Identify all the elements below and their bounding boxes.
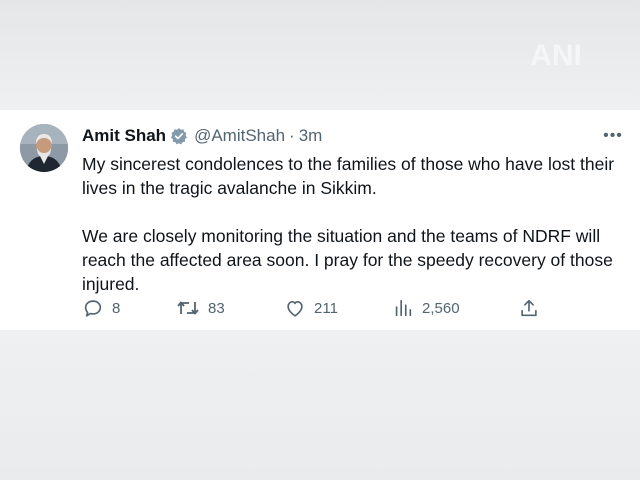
more-options-button[interactable]: •••	[600, 124, 626, 148]
tweet-actions-bar: 8 83 211 2,560	[82, 296, 552, 320]
news-watermark: ANI	[530, 39, 582, 72]
author-name[interactable]: Amit Shah	[82, 126, 166, 146]
views-button[interactable]: 2,560	[392, 296, 460, 320]
tweet-text: My sincerest condolences to the families…	[82, 152, 630, 296]
retweet-count: 83	[208, 299, 225, 317]
views-count: 2,560	[422, 299, 460, 317]
retweet-icon	[176, 297, 200, 319]
reply-icon	[82, 297, 104, 319]
avatar-image	[20, 124, 68, 172]
heart-icon	[284, 297, 306, 319]
separator-dot: ·	[289, 126, 295, 145]
views-chart-icon	[392, 297, 414, 319]
reply-count: 8	[112, 299, 121, 317]
reply-button[interactable]: 8	[82, 296, 120, 320]
share-icon	[518, 297, 540, 319]
tweet-timestamp[interactable]: 3m	[299, 126, 323, 146]
author-handle[interactable]: @AmitShah	[194, 126, 285, 146]
tweet-header: Amit Shah @AmitShah · 3m	[82, 124, 322, 148]
retweet-button[interactable]: 83	[176, 296, 225, 320]
tweet-paragraph-1: My sincerest condolences to the families…	[82, 154, 615, 198]
avatar[interactable]	[20, 124, 68, 172]
tweet-paragraph-2: We are closely monitoring the situation …	[82, 226, 613, 294]
tweet-card[interactable]: Amit Shah @AmitShah · 3m ••• My sinceres…	[0, 110, 640, 330]
background-bottom	[0, 330, 640, 480]
share-button[interactable]	[518, 296, 540, 320]
verified-badge-icon	[170, 127, 188, 145]
like-count: 211	[314, 299, 338, 317]
like-button[interactable]: 211	[284, 296, 338, 320]
